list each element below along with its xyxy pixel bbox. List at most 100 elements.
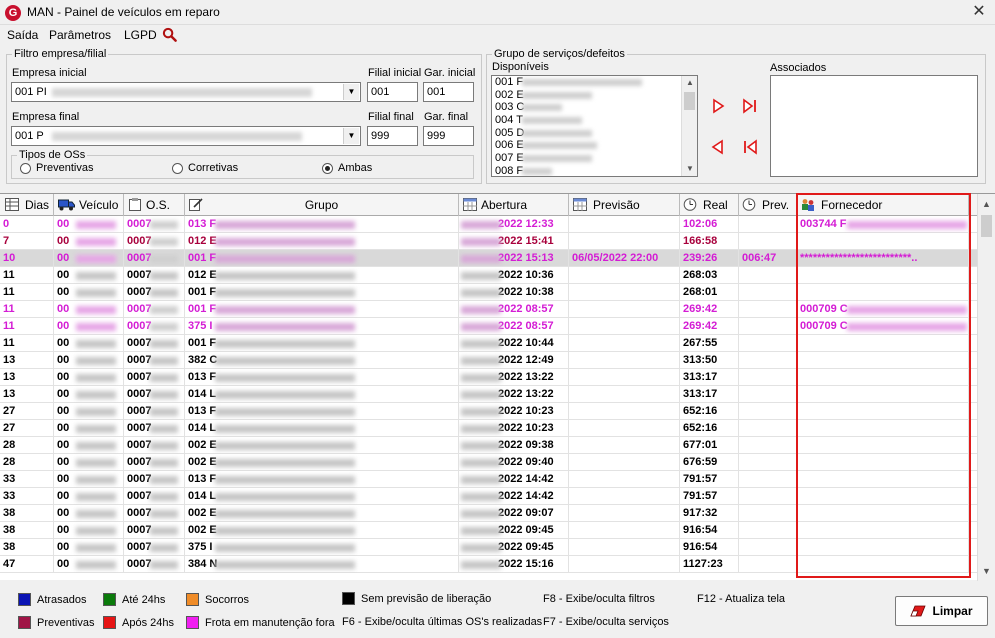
cell-veiculo: 00 — [54, 216, 124, 233]
col-abertura[interactable]: Abertura — [459, 194, 569, 216]
list-item[interactable]: 003 C — [492, 101, 697, 114]
cell-previsao — [569, 403, 680, 420]
list-item[interactable]: 006 E — [492, 139, 697, 152]
search-icon[interactable] — [162, 27, 177, 42]
table-row[interactable]: 28 00 0007 002 E 2022 09:38 677:01 — [0, 437, 977, 454]
list-item[interactable]: 007 E — [492, 152, 697, 165]
col-os[interactable]: O.S. — [124, 194, 185, 216]
scroll-thumb[interactable] — [684, 92, 695, 110]
cell-abertura: 2022 08:57 — [459, 318, 569, 335]
redacted-text — [215, 272, 355, 280]
menu-parametros[interactable]: Parâmetros — [49, 28, 111, 42]
cell-fornecedor: 000709 C — [797, 318, 969, 335]
col-label: Abertura — [481, 198, 528, 212]
associados-list[interactable] — [770, 75, 978, 177]
cell-fornecedor — [797, 437, 969, 454]
redacted-text — [76, 510, 116, 518]
filial-inicial-input[interactable]: 001 — [367, 82, 418, 102]
list-item[interactable]: 001 F — [492, 76, 697, 89]
limpar-button[interactable]: Limpar — [895, 596, 988, 626]
grid-scrollbar[interactable]: ▲ ▼ — [977, 194, 995, 581]
table-row[interactable]: 27 00 0007 014 L 2022 10:23 652:16 — [0, 420, 977, 437]
cell-os: 0007 — [124, 318, 185, 335]
disponiveis-list[interactable]: 001 F 002 E 003 C 004 T 005 D 006 E 007 … — [491, 75, 698, 177]
list-item[interactable]: 005 D — [492, 127, 697, 140]
cell-grupo: 384 N — [185, 556, 459, 573]
scroll-down-icon[interactable]: ▼ — [978, 563, 995, 579]
scroll-thumb[interactable] — [981, 215, 992, 237]
close-button[interactable]: ✕ — [969, 3, 989, 21]
list-item[interactable]: 004 T — [492, 114, 697, 127]
radio-preventivas[interactable]: Preventivas — [20, 162, 93, 174]
scroll-up-icon[interactable]: ▲ — [682, 76, 697, 90]
table-row[interactable]: 38 00 0007 375 I 2022 09:45 916:54 — [0, 539, 977, 556]
table-row[interactable]: 7 00 0007 012 E 2022 15:41 166:58 — [0, 233, 977, 250]
table-row[interactable]: 38 00 0007 002 E 2022 09:07 917:32 — [0, 505, 977, 522]
gar-inicial-input[interactable]: 001 — [423, 82, 474, 102]
empresa-inicial-combo[interactable]: 001 PI ▼ — [11, 82, 361, 102]
table-row[interactable]: 0 00 0007 013 F 2022 12:33 102:06 003744 F — [0, 216, 977, 233]
table-row[interactable]: 47 00 0007 384 N 2022 15:16 1127:23 — [0, 556, 977, 573]
col-grupo[interactable]: Grupo — [185, 194, 459, 216]
table-row[interactable]: 11 00 0007 001 F 2022 08:57 269:42 000709 C — [0, 301, 977, 318]
table-row[interactable]: 38 00 0007 002 E 2022 09:45 916:54 — [0, 522, 977, 539]
scroll-up-icon[interactable]: ▲ — [978, 196, 995, 212]
move-left-icon[interactable] — [709, 138, 727, 156]
list-scrollbar[interactable]: ▲ ▼ — [681, 76, 697, 176]
col-real[interactable]: Real — [680, 194, 739, 216]
table-row[interactable]: 33 00 0007 013 F 2022 14:42 791:57 — [0, 471, 977, 488]
chevron-down-icon[interactable]: ▼ — [343, 128, 359, 144]
move-right-icon[interactable] — [709, 97, 727, 115]
cell-grupo: 375 I — [185, 318, 459, 335]
redacted-text — [76, 357, 116, 365]
table-row[interactable]: 10 00 0007 001 F 2022 15:13 06/05/2022 22:00 2… — [0, 250, 977, 267]
table-row[interactable]: 11 00 0007 375 I 2022 08:57 269:42 000709 C — [0, 318, 977, 335]
table-row[interactable]: 13 00 0007 382 C 2022 12:49 313:50 — [0, 352, 977, 369]
filial-final-input[interactable]: 999 — [367, 126, 418, 146]
radio-corretivas[interactable]: Corretivas — [172, 162, 238, 174]
chevron-down-icon[interactable]: ▼ — [343, 84, 359, 100]
cell-abertura: 2022 14:42 — [459, 488, 569, 505]
table-row[interactable]: 33 00 0007 014 L 2022 14:42 791:57 — [0, 488, 977, 505]
cell-os: 0007 — [124, 216, 185, 233]
col-dias[interactable]: Dias — [0, 194, 54, 216]
cell-os: 0007 — [124, 556, 185, 573]
redacted-text — [461, 476, 501, 484]
table-row[interactable]: 27 00 0007 013 F 2022 10:23 652:16 — [0, 403, 977, 420]
move-all-right-icon[interactable] — [741, 97, 759, 115]
cell-real: 676:59 — [680, 454, 739, 471]
col-previsao[interactable]: Previsão — [569, 194, 680, 216]
scroll-down-icon[interactable]: ▼ — [682, 162, 697, 176]
table-row[interactable]: 13 00 0007 014 L 2022 13:22 313:17 — [0, 386, 977, 403]
list-item[interactable]: 008 F — [492, 165, 697, 176]
table-row[interactable]: 13 00 0007 013 F 2022 13:22 313:17 — [0, 369, 977, 386]
cell-real: 102:06 — [680, 216, 739, 233]
cell-fornecedor — [797, 403, 969, 420]
table-row[interactable]: 11 00 0007 001 F 2022 10:38 268:01 — [0, 284, 977, 301]
redacted-text — [215, 306, 355, 314]
table-row[interactable]: 11 00 0007 012 E 2022 10:36 268:03 — [0, 267, 977, 284]
redacted-text — [215, 221, 355, 229]
table-row[interactable]: 28 00 0007 002 E 2022 09:40 676:59 — [0, 454, 977, 471]
radio-label: Corretivas — [188, 162, 239, 174]
redacted-text — [76, 476, 116, 484]
redacted-text — [847, 221, 967, 229]
empresa-inicial-value: 001 PI — [15, 86, 47, 98]
menu-saida[interactable]: Saída — [7, 28, 38, 42]
radio-ambas[interactable]: Ambas — [322, 162, 372, 174]
col-fornecedor[interactable]: Fornecedor — [797, 194, 969, 216]
table-row[interactable]: 11 00 0007 001 F 2022 10:44 267:55 — [0, 335, 977, 352]
empresa-final-combo[interactable]: 001 P ▼ — [11, 126, 361, 146]
calendar-icon — [463, 198, 477, 211]
cell-previsao — [569, 454, 680, 471]
col-veiculo[interactable]: Veículo — [54, 194, 124, 216]
cell-previsao — [569, 369, 680, 386]
menu-lgpd[interactable]: LGPD — [124, 28, 157, 42]
move-all-left-icon[interactable] — [741, 138, 759, 156]
cell-real: 313:50 — [680, 352, 739, 369]
gar-final-input[interactable]: 999 — [423, 126, 474, 146]
list-item[interactable]: 002 E — [492, 89, 697, 102]
redacted-text — [76, 442, 116, 450]
redacted-text — [150, 221, 178, 229]
col-prev[interactable]: Prev. — [739, 194, 797, 216]
